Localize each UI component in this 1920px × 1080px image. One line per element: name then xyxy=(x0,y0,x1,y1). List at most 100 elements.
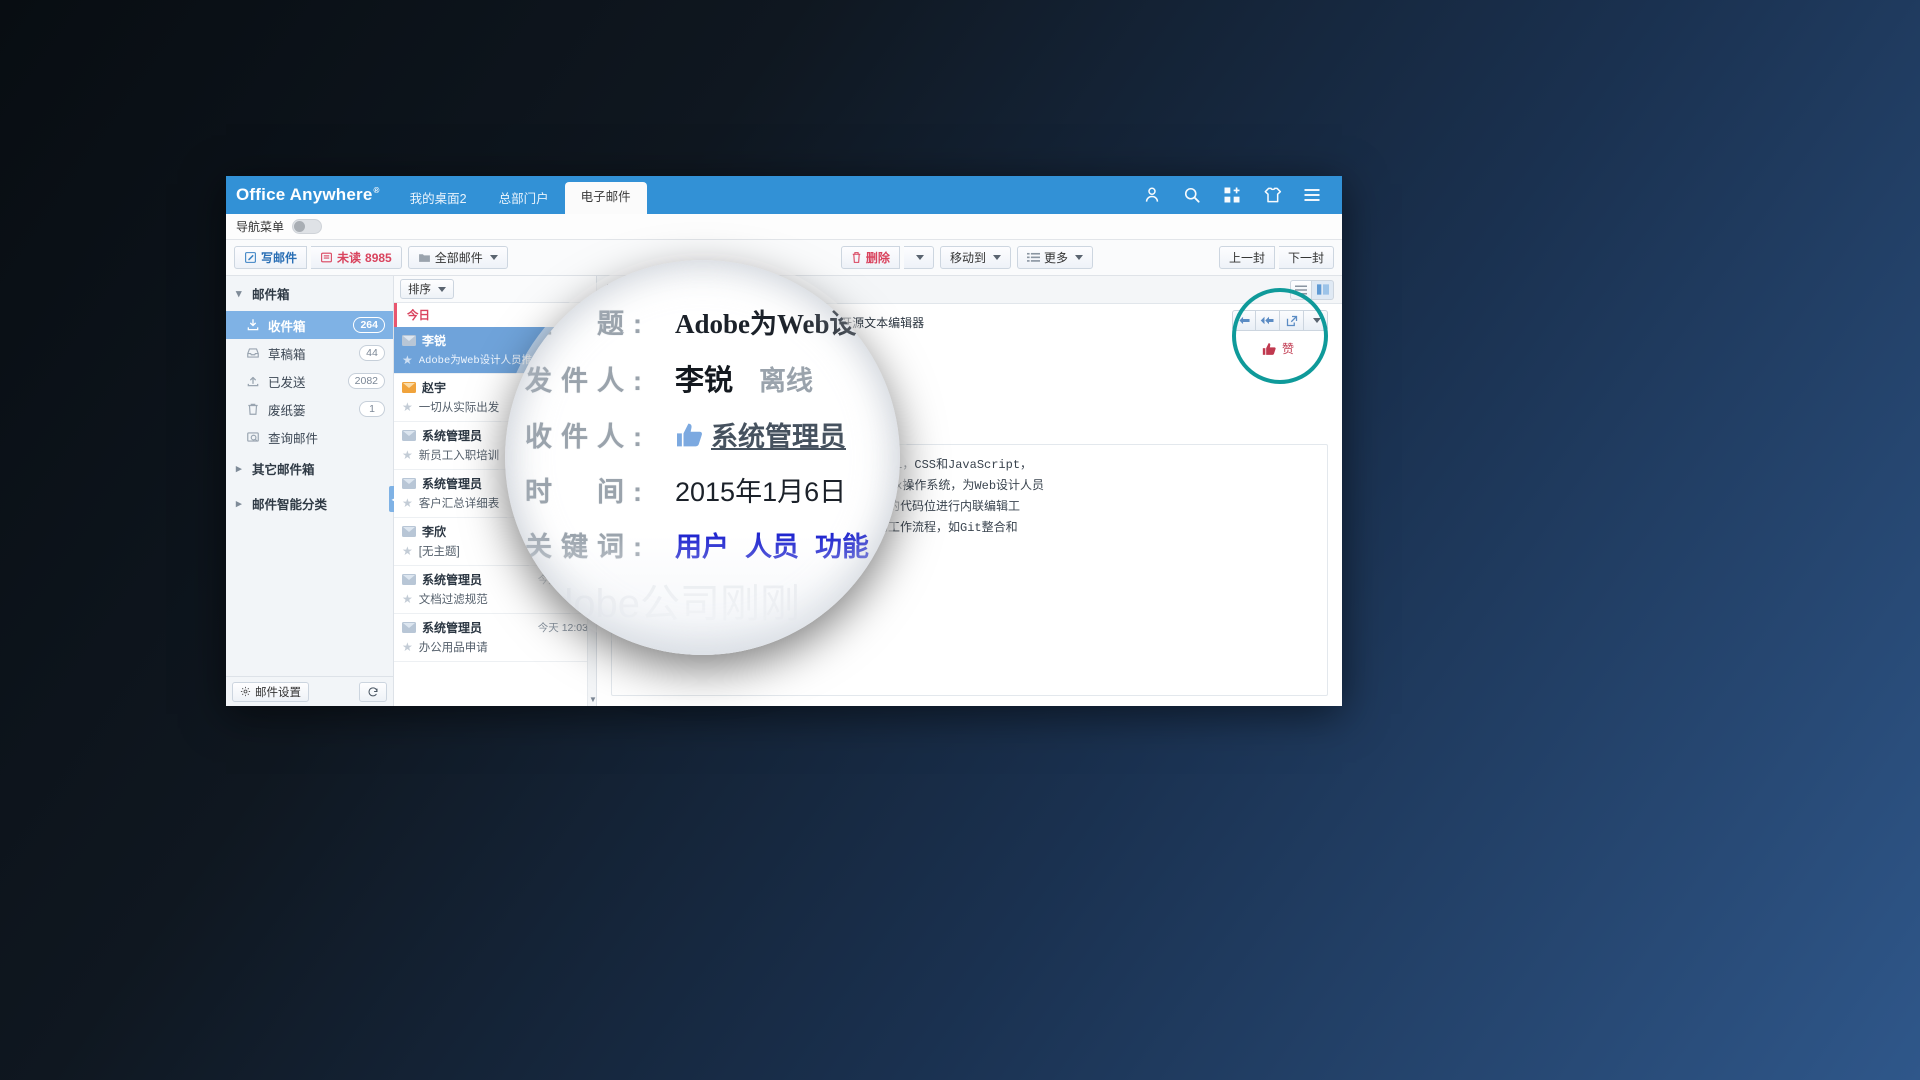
envelope-icon xyxy=(402,430,416,441)
scroll-down-arrow-icon[interactable]: ▼ xyxy=(589,695,597,704)
nav-tab-label: 电子邮件 xyxy=(580,189,631,204)
chevron-down-icon: ▾ xyxy=(236,288,242,300)
forward-icon xyxy=(1286,315,1297,326)
more-label: 更多 xyxy=(1043,251,1068,265)
reply-button[interactable] xyxy=(1232,310,1256,331)
sidebar-item-count: 1 xyxy=(359,401,385,417)
sidebar-item-label: 废纸篓 xyxy=(268,403,306,418)
chevron-right-icon: ▸ xyxy=(236,498,242,510)
mail-sender: 系统管理员 xyxy=(422,429,483,443)
reply-all-button[interactable] xyxy=(1256,310,1280,331)
forward-button[interactable] xyxy=(1280,310,1304,331)
prev-label: 上一封 xyxy=(1228,251,1265,265)
search-icon[interactable] xyxy=(1182,185,1202,205)
refresh-button[interactable] xyxy=(359,681,387,702)
envelope-icon xyxy=(402,526,416,537)
magnifier-lens: 主 题: Adobe为Web设 发件人: 李锐 离线 收件人: 系统管理员 时 … xyxy=(505,260,900,655)
star-icon[interactable]: ★ xyxy=(402,400,413,414)
next-mail-button[interactable]: 下一封 xyxy=(1278,246,1334,269)
magnified-value-sender: 李锐 xyxy=(675,365,734,397)
sidebar-group-mailbox[interactable]: ▾ 邮件箱 xyxy=(226,276,393,311)
magnified-label-recipient: 收件人: xyxy=(525,422,651,452)
sidebar-item-inbox[interactable]: 收件箱 264 xyxy=(226,311,393,339)
compose-icon xyxy=(245,252,256,263)
nav-tab-portal[interactable]: 总部门户 xyxy=(483,176,565,214)
envelope-icon xyxy=(402,478,416,489)
inbox-icon xyxy=(247,319,259,331)
like-button[interactable]: 赞 xyxy=(1262,340,1294,357)
sort-button[interactable]: 排序 xyxy=(400,279,454,299)
registered-mark: ® xyxy=(373,185,380,195)
mail-sender: 赵宇 xyxy=(422,381,447,395)
star-icon[interactable]: ★ xyxy=(402,496,413,510)
reply-more-dropdown[interactable] xyxy=(1304,310,1328,331)
folder-icon xyxy=(418,254,430,262)
nav-tab-desktop[interactable]: 我的桌面2 xyxy=(394,176,483,214)
sidebar-item-sent[interactable]: 已发送 2082 xyxy=(226,367,393,395)
theme-shirt-icon[interactable] xyxy=(1262,185,1282,205)
magnified-keyword: 用户 xyxy=(675,532,729,562)
mail-sender: 系统管理员 xyxy=(422,573,483,587)
trash-icon xyxy=(248,403,258,415)
sidebar-group-label: 邮件智能分类 xyxy=(252,498,328,512)
compose-button[interactable]: 写邮件 xyxy=(234,246,308,269)
mail-sender: 系统管理员 xyxy=(422,477,483,491)
more-button[interactable]: 更多 xyxy=(1016,246,1093,269)
filter-label: 全部邮件 xyxy=(434,251,483,265)
mail-subject: 办公用品申请 xyxy=(418,642,488,654)
sidebar-footer: 邮件设置 xyxy=(226,676,393,706)
user-icon[interactable] xyxy=(1142,185,1162,205)
chevron-right-icon: ▸ xyxy=(236,463,242,475)
envelope-icon xyxy=(402,574,416,585)
sidebar-item-trash[interactable]: 废纸篓 1 xyxy=(226,395,393,423)
sidebar-item-count: 2082 xyxy=(347,373,385,389)
list-view-icon xyxy=(1295,285,1307,294)
star-icon[interactable]: ★ xyxy=(402,544,413,558)
mail-settings-button[interactable]: 邮件设置 xyxy=(232,681,309,702)
apps-add-icon[interactable] xyxy=(1222,185,1242,205)
chevron-down-icon xyxy=(915,255,924,260)
nav-tab-label: 总部门户 xyxy=(498,192,549,206)
chevron-down-icon xyxy=(992,255,1001,260)
sort-label: 排序 xyxy=(408,284,431,296)
star-icon[interactable]: ★ xyxy=(402,448,413,462)
sidebar-item-drafts[interactable]: 草稿箱 44 xyxy=(226,339,393,367)
nav-menu-label: 导航菜单 xyxy=(236,220,285,234)
mail-sender: 李锐 xyxy=(422,334,447,348)
magnified-thumbs-up-icon xyxy=(675,422,705,448)
envelope-icon xyxy=(402,382,416,393)
sidebar-item-search-mail[interactable]: 查询邮件 xyxy=(226,423,393,451)
split-view-button[interactable] xyxy=(1312,279,1334,300)
sidebar-group-other-mailbox[interactable]: ▸ 其它邮件箱 xyxy=(226,451,393,486)
move-to-button[interactable]: 移动到 xyxy=(939,246,1011,269)
delete-dropdown-button[interactable] xyxy=(903,246,934,269)
list-view-button[interactable] xyxy=(1290,279,1312,300)
prev-mail-button[interactable]: 上一封 xyxy=(1218,246,1275,269)
magnifier-content: 主 题: Adobe为Web设 发件人: 李锐 离线 收件人: 系统管理员 时 … xyxy=(505,260,900,655)
mail-subject: 文档过滤规范 xyxy=(418,594,488,606)
chevron-down-icon xyxy=(1074,255,1083,260)
magnified-value-time: 2015年1月6日 xyxy=(675,477,847,507)
filter-all-mail-button[interactable]: 全部邮件 xyxy=(407,246,508,269)
sidebar-group-smart-category[interactable]: ▸ 邮件智能分类 xyxy=(226,486,393,521)
split-view-icon xyxy=(1316,284,1329,295)
magnified-label-time: 时 间: xyxy=(525,477,651,507)
reply-all-icon xyxy=(1260,316,1274,325)
compose-group: 写邮件 未读 8985 xyxy=(234,246,402,269)
star-icon[interactable]: ★ xyxy=(402,640,413,654)
nav-tab-email[interactable]: 电子邮件 xyxy=(564,182,647,214)
prev-next-group: 上一封 下一封 xyxy=(1218,246,1334,269)
nav-tab-label: 我的桌面2 xyxy=(409,192,467,206)
list-icon xyxy=(1026,252,1040,262)
reply-icon xyxy=(1238,316,1250,325)
sidebar-item-label: 查询邮件 xyxy=(268,431,319,446)
menu-icon[interactable] xyxy=(1302,185,1322,205)
magnified-row-time: 时 间: 2015年1月6日 xyxy=(525,470,900,509)
magnified-label-keywords: 关键词: xyxy=(525,532,651,562)
star-icon[interactable]: ★ xyxy=(402,353,413,367)
navigation-menu-strip: 导航菜单 xyxy=(226,214,1342,240)
sent-icon xyxy=(247,376,259,387)
star-icon[interactable]: ★ xyxy=(402,592,413,606)
unread-button[interactable]: 未读 8985 xyxy=(311,246,402,269)
nav-menu-toggle[interactable] xyxy=(292,219,323,234)
